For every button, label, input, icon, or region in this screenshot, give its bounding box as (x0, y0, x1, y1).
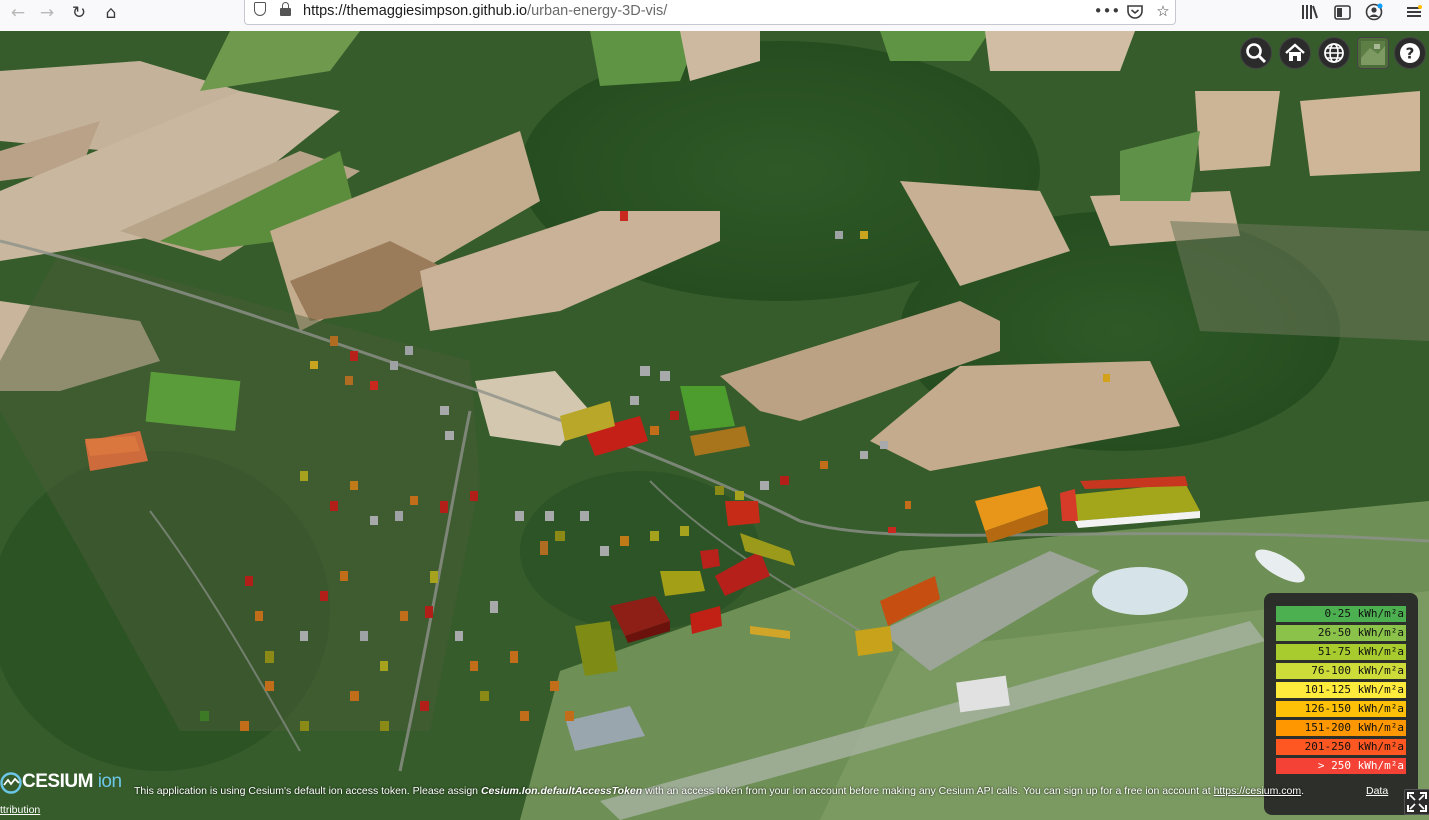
attribution-link[interactable]: ttribution (0, 804, 40, 816)
legend-item: 126-150 kWh/m²a (1276, 701, 1406, 717)
fullscreen-button[interactable] (1404, 789, 1429, 815)
layers-icon (1361, 41, 1385, 65)
scene-mode-button[interactable] (1318, 37, 1350, 69)
search-icon (1246, 43, 1267, 64)
base-layer-picker-button[interactable] (1357, 37, 1389, 69)
fullscreen-icon (1407, 792, 1427, 812)
more-icon[interactable]: ••• (1094, 0, 1121, 22)
credit-end: . (1301, 785, 1305, 797)
energy-legend: 0-25 kWh/m²a 26-50 kWh/m²a 51-75 kWh/m²a… (1264, 593, 1418, 815)
forward-icon[interactable]: → (32, 0, 62, 26)
credit-prefix: This application is using Cesium's defau… (134, 785, 481, 797)
ion-token-warning: This application is using Cesium's defau… (134, 785, 1404, 797)
satellite-3d-scene[interactable] (0, 31, 1429, 820)
shield-icon[interactable] (254, 2, 266, 16)
legend-item: 151-200 kWh/m²a (1276, 720, 1406, 736)
reload-icon[interactable]: ↻ (64, 0, 94, 26)
data-attribution-link[interactable]: Data (1366, 785, 1388, 797)
cesium-ion-logo[interactable]: CESIUM ion (0, 769, 132, 794)
help-button[interactable]: ? (1394, 37, 1426, 69)
legend-item: 76-100 kWh/m²a (1276, 663, 1406, 679)
cesium-logo-icon (0, 772, 22, 794)
legend-item: 201-250 kWh/m²a (1276, 739, 1406, 755)
back-icon[interactable]: ← (3, 0, 33, 26)
legend-item: 51-75 kWh/m²a (1276, 644, 1406, 660)
pocket-icon[interactable] (1123, 0, 1147, 22)
credit-token: Cesium.Ion.defaultAccessToken (480, 785, 643, 797)
globe-icon (1324, 43, 1344, 63)
account-icon[interactable] (1360, 0, 1388, 24)
home-view-button[interactable] (1279, 37, 1311, 69)
sidebar-icon[interactable] (1328, 0, 1356, 24)
legend-item: 0-25 kWh/m²a (1276, 606, 1406, 622)
geocoder-search-button[interactable] (1240, 37, 1272, 69)
home-icon[interactable]: ⌂ (96, 0, 126, 26)
url-text[interactable]: https://themaggiesimpson.github.io/urban… (303, 3, 667, 19)
browser-toolbar: ← → ↻ ⌂ https://themaggiesimpson.github.… (0, 0, 1429, 32)
address-bar[interactable]: https://themaggiesimpson.github.io/urban… (244, 0, 1176, 25)
legend-item: > 250 kWh/m²a (1276, 758, 1406, 774)
cesium-logo-text: CESIUM ion (22, 771, 122, 793)
home-icon (1285, 43, 1305, 61)
library-icon[interactable] (1296, 0, 1324, 24)
logo-ion: ion (97, 771, 122, 792)
cesium-viewer[interactable]: ? 0-25 kWh/m²a 26-50 kWh/m²a 51-75 kWh/m… (0, 31, 1429, 820)
legend-item: 101-125 kWh/m²a (1276, 682, 1406, 698)
bookmark-star-icon[interactable]: ☆ (1151, 0, 1175, 22)
url-host: https://themaggiesimpson.github.io (303, 3, 528, 19)
menu-icon[interactable] (1400, 0, 1428, 24)
url-path: /urban-energy-3D-vis/ (527, 3, 668, 19)
cesium-link[interactable]: https://cesium.com (1214, 785, 1302, 797)
logo-main: CESIUM (22, 771, 93, 792)
lock-icon[interactable] (280, 2, 291, 16)
help-icon: ? (1400, 43, 1420, 63)
credit-suffix: with an access token from your ion accou… (642, 785, 1214, 797)
svg-text:?: ? (1406, 45, 1415, 63)
legend-item: 26-50 kWh/m²a (1276, 625, 1406, 641)
